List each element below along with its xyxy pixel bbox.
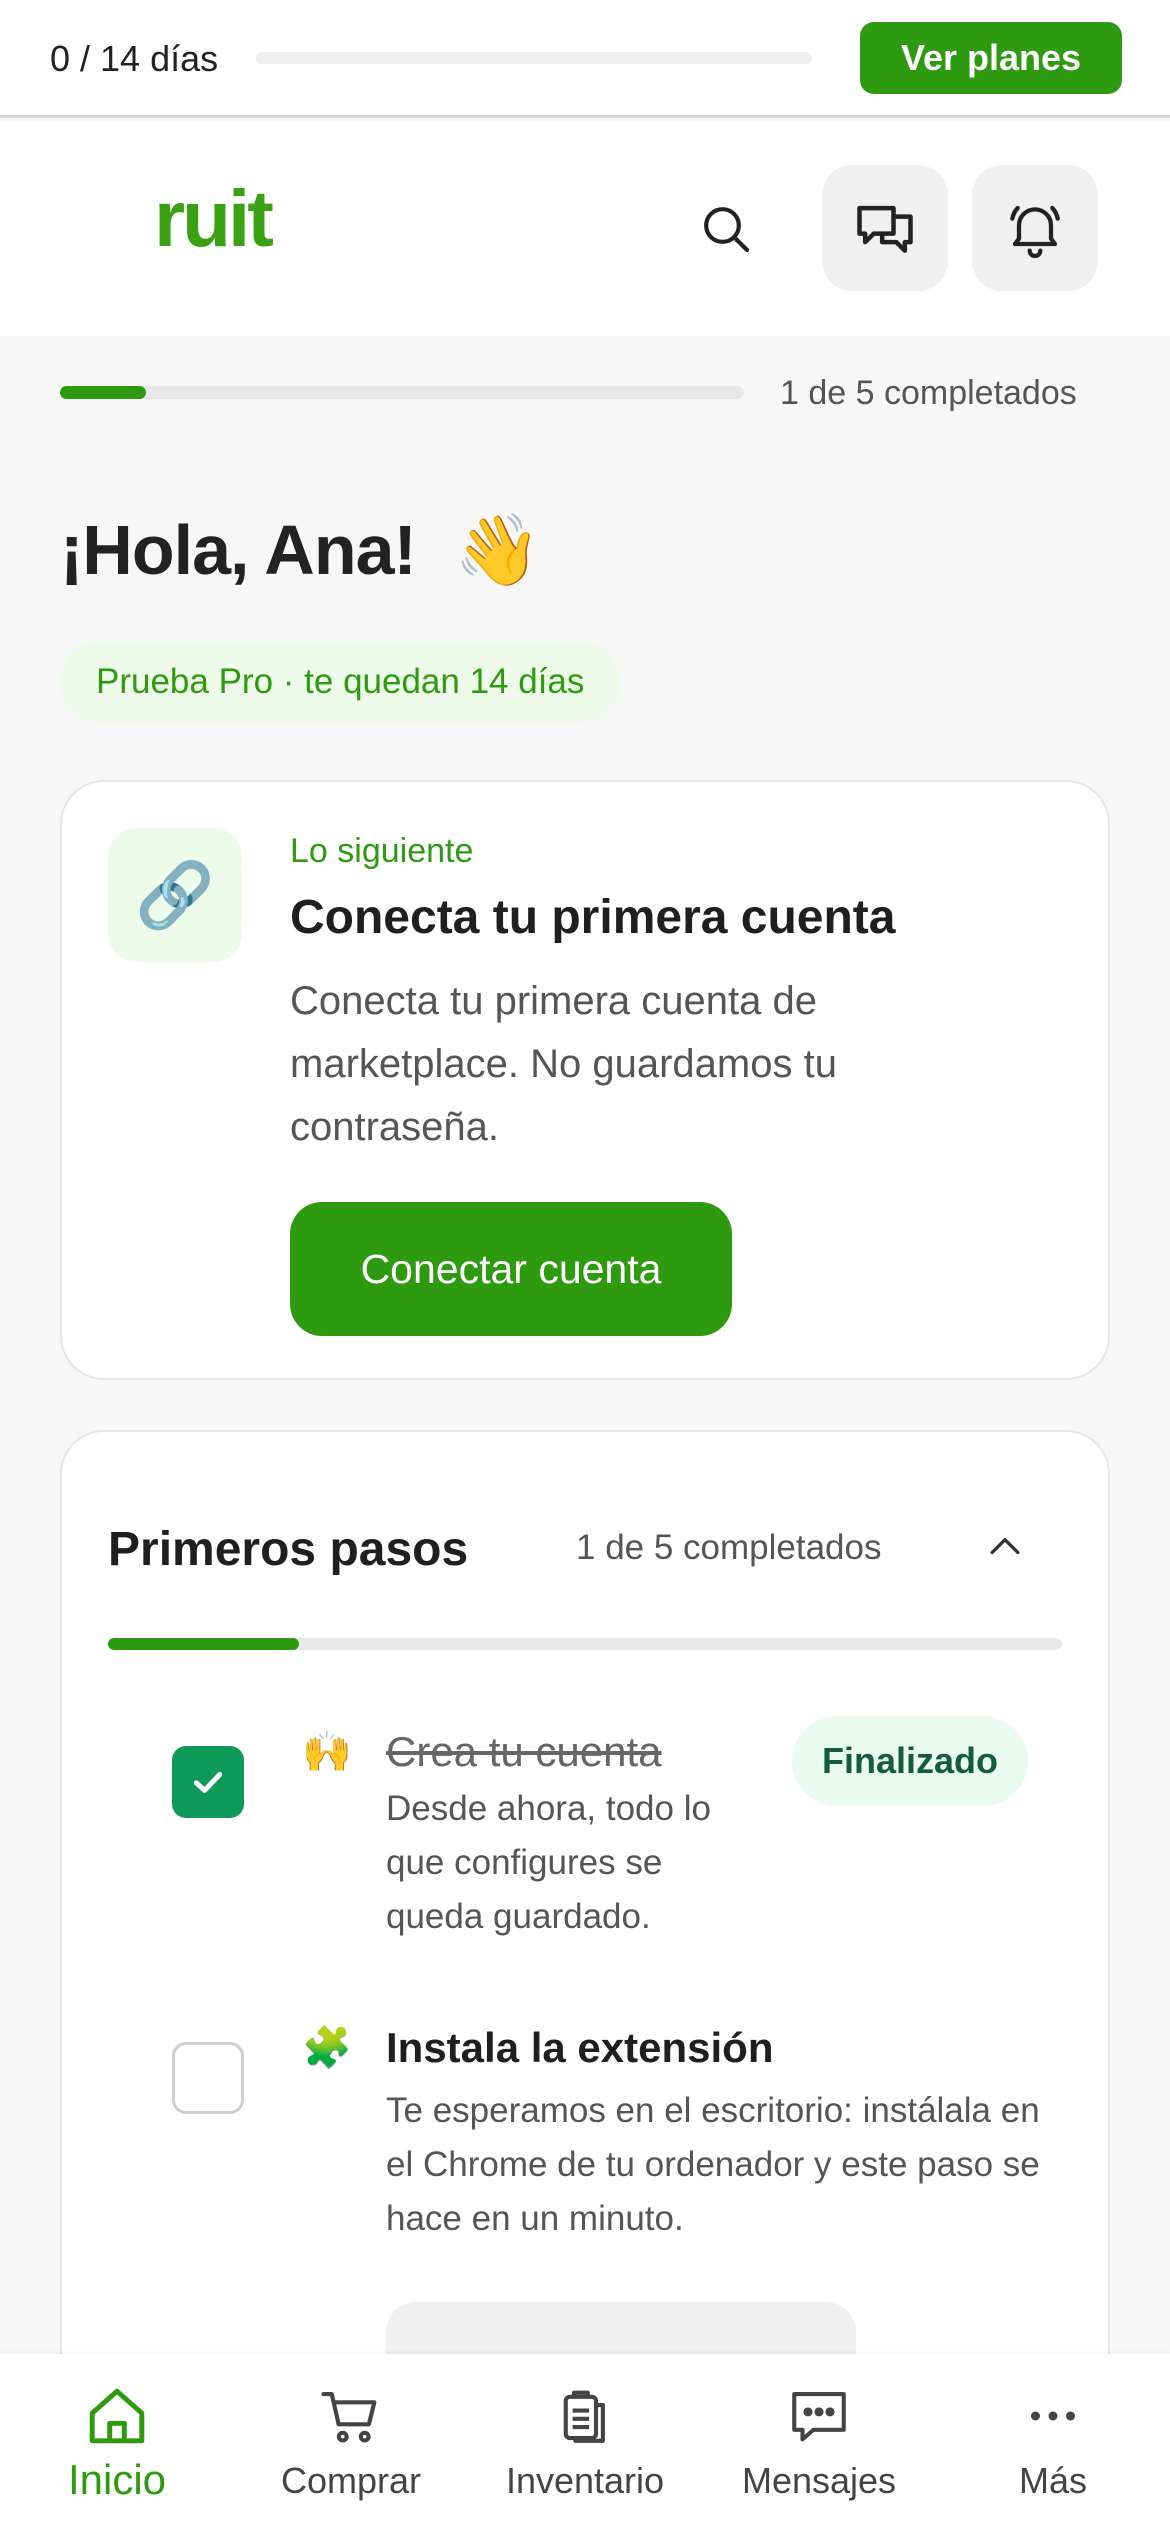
logo[interactable]: ruit — [154, 173, 274, 265]
trial-status-pill: Prueba Pro · te quedan 14 días — [60, 642, 621, 722]
next-step-card: 🔗 Lo siguiente Conecta tu primera cuenta… — [60, 780, 1110, 1380]
message-icon — [792, 2391, 846, 2442]
steps-progress-bar — [108, 1638, 1062, 1650]
step-description: Desde ahora, todo lo que configures se q… — [386, 1789, 711, 1936]
step-title: Instala la extensión — [386, 2024, 774, 2071]
steps-progress-fill — [108, 1638, 299, 1650]
nav-item-inventario[interactable]: Inventario — [468, 2354, 702, 2532]
trial-days-text: 0 / 14 días — [50, 38, 219, 79]
notifications-button[interactable] — [972, 165, 1098, 291]
cart-icon — [321, 2391, 377, 2443]
nav-item-mensajes[interactable]: Mensajes — [702, 2354, 936, 2532]
next-step-description: Conecta tu primera cuenta de marketplace… — [290, 979, 837, 1149]
link-icon: 🔗 — [108, 828, 242, 962]
nav-label: Inventario — [505, 2460, 665, 2501]
app-header: ruit — [0, 121, 1170, 336]
onboarding-progress-fill — [60, 386, 146, 399]
nav-item-inicio[interactable]: Inicio — [0, 2354, 234, 2532]
bell-icon — [1010, 205, 1060, 259]
collapse-steps-button[interactable] — [970, 1512, 1040, 1582]
step-checkbox-unchecked[interactable] — [172, 2042, 244, 2114]
nav-label: Mensajes — [741, 2460, 897, 2501]
home-icon — [89, 2388, 145, 2444]
chevron-up-icon — [990, 1538, 1020, 1555]
ver-planes-button[interactable]: Ver planes — [860, 22, 1122, 94]
greeting-heading: ¡Hola, Ana! 👋 — [60, 510, 541, 592]
bottom-nav: Inicio Comprar Inventario Mensajes Más — [0, 2354, 1170, 2532]
next-step-title: Conecta tu primera cuenta — [290, 891, 896, 944]
nav-label: Comprar — [280, 2460, 422, 2501]
step-checkbox-checked[interactable] — [172, 1746, 244, 1818]
onboarding-progress-bar — [60, 386, 744, 399]
onboarding-progress-text: 1 de 5 completados — [780, 374, 1077, 412]
nav-item-mas[interactable]: Más — [936, 2354, 1170, 2532]
search-icon — [704, 207, 750, 253]
raised-hands-emoji: 🙌 — [302, 1730, 352, 1774]
nav-label: Inicio — [67, 2456, 167, 2503]
greeting-text: ¡Hola, Ana! — [60, 511, 417, 589]
chat-button[interactable] — [822, 165, 948, 291]
next-step-eyebrow: Lo siguiente — [290, 832, 474, 870]
check-icon — [193, 1772, 223, 1793]
more-icon — [1031, 2411, 1075, 2421]
step-title: Crea tu cuenta — [386, 1728, 662, 1775]
step-description: Te esperamos en el escritorio: instálala… — [386, 2091, 1040, 2238]
puzzle-emoji: 🧩 — [302, 2026, 352, 2070]
nav-item-comprar[interactable]: Comprar — [234, 2354, 468, 2532]
nav-label: Más — [1018, 2460, 1087, 2501]
clipboard-icon — [563, 2390, 605, 2443]
chat-icon — [857, 205, 913, 253]
step-action-button[interactable] — [386, 2302, 856, 2362]
search-button[interactable] — [686, 189, 766, 269]
steps-title: Primeros pasos — [108, 1523, 469, 1576]
wave-emoji: 👋 — [454, 511, 541, 589]
status-badge: Finalizado — [792, 1716, 1029, 1806]
steps-count: 1 de 5 completados — [576, 1528, 882, 1567]
trial-bar: 0 / 14 días Ver planes — [0, 0, 1170, 118]
connect-account-button[interactable]: Conectar cuenta — [290, 1202, 732, 1336]
trial-progress-bar — [256, 52, 812, 64]
